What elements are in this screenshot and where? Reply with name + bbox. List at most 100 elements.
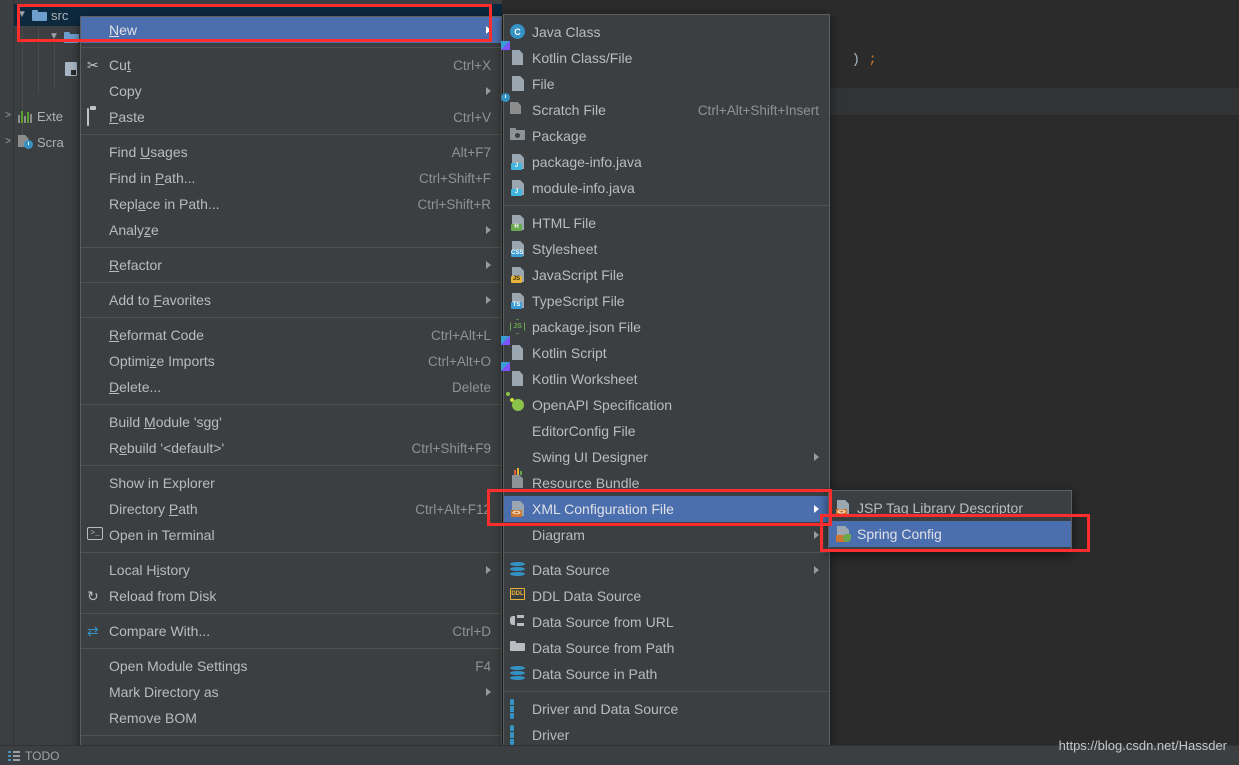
- new-menu-item-typescript-file[interactable]: TS TypeScript File: [504, 288, 829, 314]
- new-menu-item-kotlin-script[interactable]: Kotlin Script: [501, 336, 829, 366]
- xml-menu-item-spring-config[interactable]: Spring Config: [829, 521, 1071, 547]
- context-menu-item-refactor[interactable]: Refactor: [81, 252, 501, 278]
- context-menu-item-open-in-terminal[interactable]: >_ Open in Terminal: [81, 522, 501, 548]
- menu-item-icon-slot: H: [504, 210, 532, 236]
- menu-item-label: Java Class: [532, 24, 601, 40]
- context-menu-item-open-module-settings[interactable]: Open Module Settings F4: [81, 653, 501, 679]
- todo-tool-window-button[interactable]: TODO: [0, 746, 67, 765]
- context-menu-item-analyze[interactable]: Analyze: [81, 217, 501, 243]
- context-menu[interactable]: New ✂ Cut Ctrl+X Copy Paste Ctrl+V Find Usages A…: [80, 16, 502, 765]
- context-menu-item-paste[interactable]: Paste Ctrl+V: [81, 104, 501, 130]
- context-menu-item-remove-bom[interactable]: Remove BOM: [81, 705, 501, 731]
- context-menu-item-add-to-favorites[interactable]: Add to Favorites: [81, 287, 501, 313]
- menu-item-shortcut: Ctrl+D: [452, 623, 491, 639]
- menu-item-label: Replace in Path...: [109, 196, 220, 212]
- menu-item-shortcut: Delete: [451, 379, 491, 395]
- new-menu-item-editorconfig-file[interactable]: EditorConfig File: [504, 418, 829, 444]
- context-menu-item-directory-path[interactable]: Directory Path Ctrl+Alt+F12: [81, 496, 501, 522]
- menu-item-label: HTML File: [532, 215, 597, 231]
- chevron-down-icon[interactable]: ▼: [46, 32, 62, 42]
- tree-node-label: Exte: [37, 108, 64, 124]
- new-menu-item-xml-configuration-file[interactable]: <> XML Configuration File: [504, 496, 829, 522]
- ide-window: public void add() { ) ; ▼ src ▼ s > Exte…: [0, 0, 1239, 765]
- new-menu-item-resource-bundle[interactable]: Resource Bundle: [504, 468, 829, 496]
- menu-item-icon-slot: J: [504, 175, 532, 201]
- menu-item-label: Remove BOM: [109, 710, 197, 726]
- context-menu-item-reformat-code[interactable]: Reformat Code Ctrl+Alt+L: [81, 322, 501, 348]
- chevron-right-icon[interactable]: >: [0, 111, 16, 121]
- new-menu-item-data-source[interactable]: Data Source: [504, 557, 829, 583]
- package-icon: [510, 128, 526, 144]
- new-menu-item-kotlin-class-file[interactable]: Kotlin Class/File: [501, 41, 829, 71]
- menu-separator: [81, 648, 501, 649]
- context-menu-item-mark-directory-as[interactable]: Mark Directory as: [81, 679, 501, 705]
- menu-item-icon-slot: [81, 679, 109, 705]
- new-menu-item-javascript-file[interactable]: JS JavaScript File: [504, 262, 829, 288]
- menu-item-label: Find Usages: [109, 144, 188, 160]
- xml-menu-item-jsp-tag-library-descriptor[interactable]: <> JSP Tag Library Descriptor: [829, 495, 1071, 521]
- context-menu-item-build-module-sgg[interactable]: Build Module 'sgg': [81, 409, 501, 435]
- new-menu-item-openapi-specification[interactable]: OpenAPI Specification: [504, 392, 829, 418]
- new-menu-item-ddl-data-source[interactable]: DDL DDL Data Source: [504, 583, 829, 609]
- context-menu-item-compare-with[interactable]: ⇄ Compare With... Ctrl+D: [81, 618, 501, 644]
- menu-item-label: Stylesheet: [532, 241, 598, 257]
- driver-icon: [510, 725, 526, 745]
- new-menu-item-kotlin-worksheet[interactable]: Kotlin Worksheet: [501, 362, 829, 392]
- new-menu-item-data-source-from-path[interactable]: Data Source from Path: [504, 635, 829, 661]
- context-menu-item-copy[interactable]: Copy: [81, 78, 501, 104]
- chevron-right-icon[interactable]: >: [0, 137, 16, 147]
- xml-file-icon: <>: [510, 501, 526, 517]
- menu-item-label: Copy: [109, 83, 142, 99]
- context-menu-item-find-in-path[interactable]: Find in Path... Ctrl+Shift+F: [81, 165, 501, 191]
- new-menu-item-data-source-in-path[interactable]: Data Source in Path: [504, 661, 829, 687]
- new-menu-item-scratch-file[interactable]: Scratch File Ctrl+Alt+Shift+Insert: [501, 93, 829, 123]
- tree-node-external-libraries[interactable]: > Exte: [0, 105, 63, 127]
- new-menu-item-package[interactable]: Package: [504, 123, 829, 149]
- new-menu-item-module-info-java[interactable]: Jmodule-info.java: [504, 175, 829, 201]
- menu-item-icon-slot: ⇄: [81, 618, 109, 644]
- new-menu-item-package-json-file[interactable]: JS package.json File: [504, 314, 829, 340]
- context-menu-item-optimize-imports[interactable]: Optimize Imports Ctrl+Alt+O: [81, 348, 501, 374]
- context-menu-item-rebuild-default[interactable]: Rebuild '<default>' Ctrl+Shift+F9: [81, 435, 501, 461]
- menu-item-icon-slot: [81, 653, 109, 679]
- new-menu-item-swing-ui-designer[interactable]: Swing UI Designer: [504, 444, 829, 470]
- new-menu-item-html-file[interactable]: H HTML File: [504, 210, 829, 236]
- js-file-icon: JS: [510, 267, 526, 283]
- new-menu-item-package-info-java[interactable]: Jpackage-info.java: [504, 149, 829, 175]
- context-menu-item-find-usages[interactable]: Find Usages Alt+F7: [81, 139, 501, 165]
- compare-icon: ⇄: [87, 623, 99, 639]
- context-menu-item-reload-from-disk[interactable]: ↻ Reload from Disk: [81, 583, 501, 609]
- new-menu-item-file[interactable]: File: [504, 71, 829, 97]
- menu-item-shortcut: Ctrl+Shift+F: [418, 170, 491, 186]
- menu-item-icon-slot: [504, 418, 532, 444]
- context-menu-item-delete[interactable]: Delete... Delete: [81, 374, 501, 400]
- no-icon: [87, 22, 103, 38]
- new-menu-item-diagram[interactable]: Diagram: [504, 522, 829, 548]
- context-menu-item-cut[interactable]: ✂ Cut Ctrl+X: [81, 52, 501, 78]
- no-icon: [87, 475, 103, 491]
- menu-separator: [81, 465, 501, 466]
- menu-item-shortcut: Ctrl+Alt+L: [430, 327, 491, 343]
- menu-separator: [504, 552, 829, 553]
- new-submenu[interactable]: C Java Class Kotlin Class/File File Scratch …: [501, 14, 830, 765]
- menu-item-icon-slot: CSS: [504, 236, 532, 262]
- menu-item-label: Kotlin Class/File: [532, 50, 633, 66]
- xml-configuration-submenu[interactable]: <> JSP Tag Library Descriptor Spring Confi…: [828, 490, 1072, 552]
- new-menu-item-driver-and-data-source[interactable]: Driver and Data Source: [504, 696, 829, 722]
- context-menu-item-local-history[interactable]: Local History: [81, 557, 501, 583]
- submenu-arrow-icon: [814, 531, 819, 539]
- chevron-down-icon[interactable]: ▼: [14, 10, 30, 20]
- tree-indent-guide: [38, 24, 39, 94]
- new-menu-item-java-class[interactable]: C Java Class: [504, 19, 829, 45]
- menu-separator: [81, 47, 501, 48]
- tree-node-scratches[interactable]: > Scra: [0, 131, 64, 153]
- new-menu-item-stylesheet[interactable]: CSS Stylesheet: [504, 236, 829, 262]
- context-menu-item-replace-in-path[interactable]: Replace in Path... Ctrl+Shift+R: [81, 191, 501, 217]
- context-menu-item-show-in-explorer[interactable]: Show in Explorer: [81, 470, 501, 496]
- context-menu-item-new[interactable]: New: [81, 17, 501, 43]
- tree-node-child[interactable]: ▼: [46, 26, 80, 48]
- new-menu-item-data-source-from-url[interactable]: Data Source from URL: [504, 609, 829, 635]
- external-libraries-icon: [16, 110, 34, 123]
- menu-item-label: Refactor: [109, 257, 162, 273]
- menu-item-label: Swing UI Designer: [532, 449, 648, 465]
